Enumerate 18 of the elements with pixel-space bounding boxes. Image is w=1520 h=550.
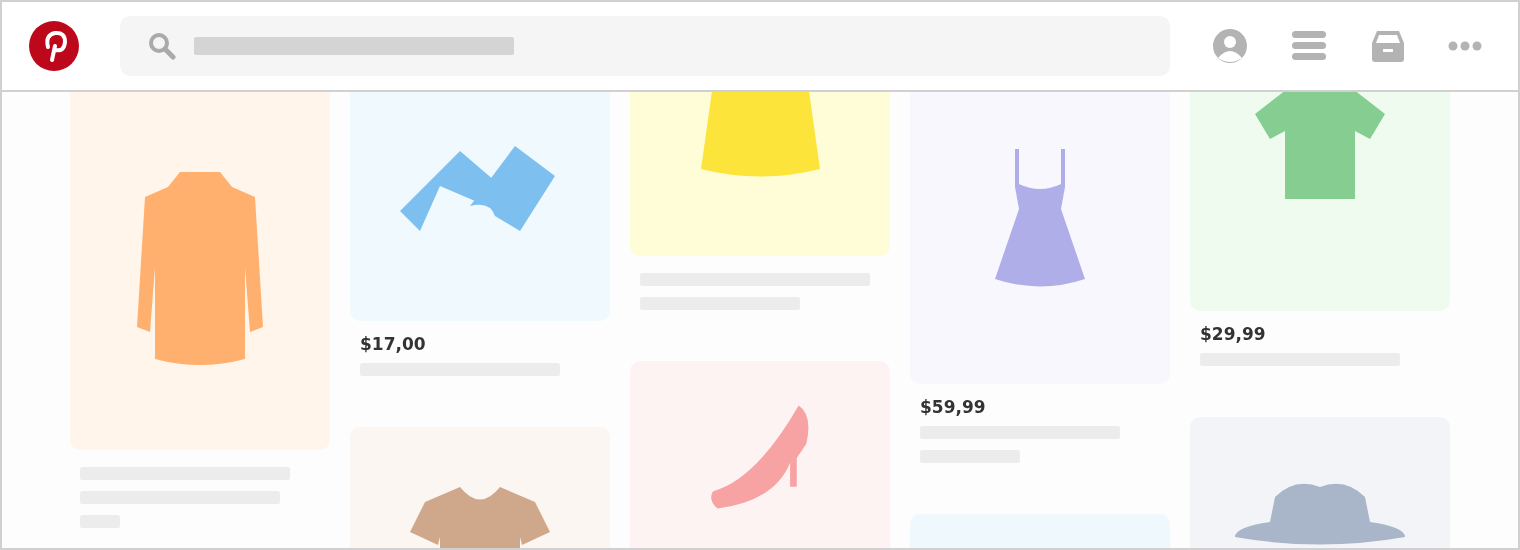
menu-icon[interactable]	[1291, 30, 1328, 62]
inbox-icon[interactable]	[1370, 29, 1405, 63]
price: $59,99	[920, 397, 987, 417]
price: $17,00	[360, 334, 427, 354]
logo-icon[interactable]	[28, 20, 80, 72]
shirt-icon	[1255, 92, 1385, 199]
search-field[interactable]	[120, 16, 1170, 76]
pin-card[interactable]	[1190, 92, 1450, 311]
profile-icon[interactable]	[1212, 28, 1248, 64]
pin-card[interactable]	[910, 92, 1170, 384]
dress-icon	[995, 149, 1085, 289]
pin-card[interactable]	[350, 92, 610, 321]
pin-card[interactable]	[630, 92, 890, 256]
price: $29,99	[1200, 324, 1267, 344]
more-icon[interactable]	[1448, 41, 1482, 51]
search-icon	[148, 32, 176, 60]
pin-card[interactable]	[70, 92, 330, 450]
tshirt-icon	[410, 487, 550, 548]
